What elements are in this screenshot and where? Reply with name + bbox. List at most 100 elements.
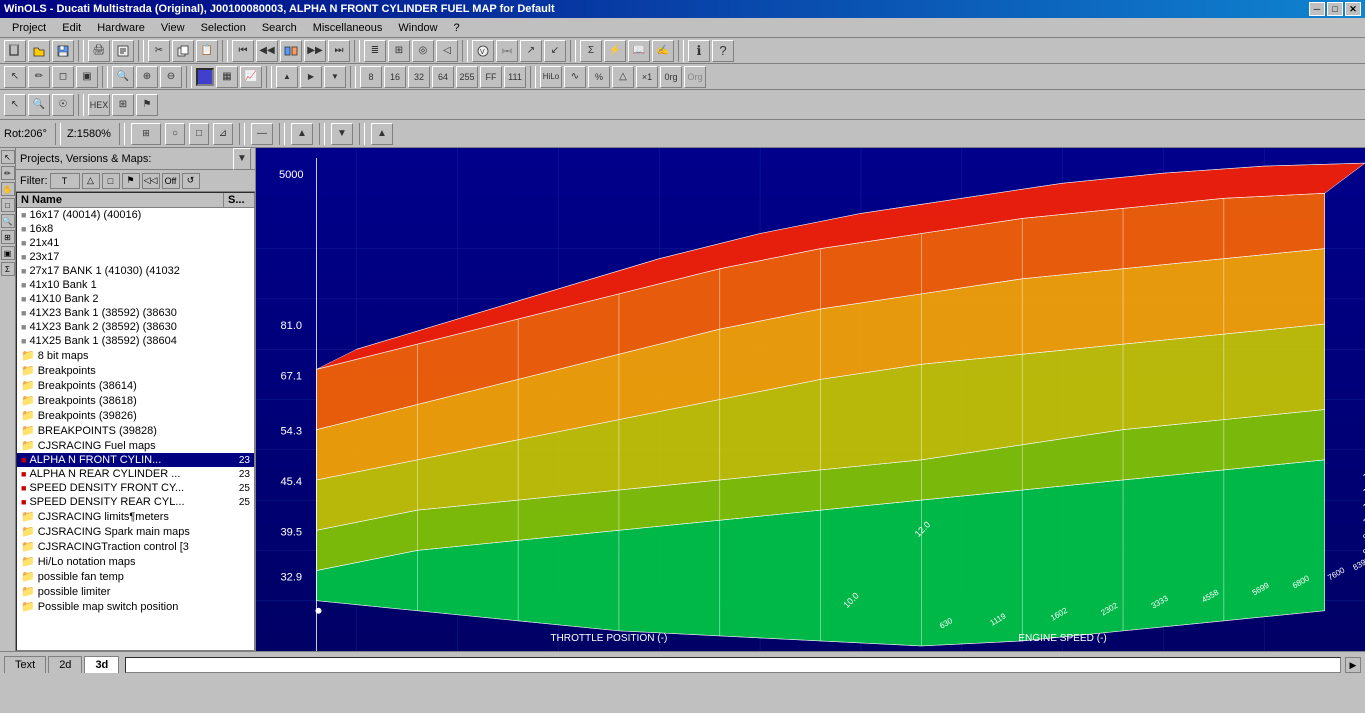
tree-item[interactable]: 📁possible limiter	[17, 584, 254, 599]
tree-item[interactable]: ■16x17 (40014) (40016)	[17, 208, 254, 222]
version-btn[interactable]: V	[472, 40, 494, 62]
flag-btn[interactable]: ⚑	[136, 94, 158, 116]
compare2-btn[interactable]	[496, 40, 518, 62]
zoom-out[interactable]: ⊖	[160, 66, 182, 88]
prev-btn[interactable]: ⏮	[232, 40, 254, 62]
graph-bars[interactable]: ▦	[216, 66, 238, 88]
3d-view[interactable]: 5000 81.0 67.1 54.3 45.4 39.5 32.9 0.0 2…	[256, 148, 1365, 651]
arrow-up[interactable]: ▲	[276, 66, 298, 88]
maximize-button[interactable]: □	[1327, 2, 1343, 16]
properties-btn[interactable]	[112, 40, 134, 62]
tree-list[interactable]: N Name S... ■16x17 (40014) (40016)■16x8■…	[16, 192, 255, 651]
zoom-btn[interactable]: 🔍	[112, 66, 134, 88]
tree-item[interactable]: ■SPEED DENSITY FRONT CY...25	[17, 481, 254, 495]
tree-item[interactable]: 📁Breakpoints (38614)	[17, 378, 254, 393]
filter-prev[interactable]: ◁◁	[142, 173, 160, 189]
next2-btn[interactable]: ⏭	[328, 40, 350, 62]
hex-view-btn[interactable]: HEX	[88, 94, 110, 116]
grid-btn[interactable]: ⊞	[131, 123, 161, 145]
tree-item[interactable]: ■SPEED DENSITY REAR CYL...25	[17, 495, 254, 509]
compare3-btn[interactable]: ⊞	[112, 94, 134, 116]
filter-flag[interactable]: ⚑	[122, 173, 140, 189]
tree-item[interactable]: ■41X10 Bank 2	[17, 292, 254, 306]
sym-tilde[interactable]: ∿	[564, 66, 586, 88]
cut-btn[interactable]: ✂	[148, 40, 170, 62]
lt-sigma[interactable]: Σ	[1, 262, 15, 276]
menu-window[interactable]: Window	[390, 20, 445, 36]
read-btn[interactable]: 📖	[628, 40, 650, 62]
copy-btn[interactable]	[172, 40, 194, 62]
tree-item[interactable]: 📁possible fan temp	[17, 569, 254, 584]
paste-btn[interactable]: 📋	[196, 40, 218, 62]
pct-btn[interactable]: %	[588, 66, 610, 88]
tree-item[interactable]: 📁Hi/Lo notation maps	[17, 554, 254, 569]
minimize-button[interactable]: ─	[1309, 2, 1325, 16]
num-8[interactable]: 8	[360, 66, 382, 88]
menu-edit[interactable]: Edit	[54, 20, 89, 36]
scroll-right[interactable]: ▶	[1345, 657, 1361, 673]
tree-item[interactable]: 📁BREAKPOINTS (39828)	[17, 423, 254, 438]
org-btn[interactable]: 0rg	[660, 66, 682, 88]
help-btn[interactable]: ?	[712, 40, 734, 62]
num-64[interactable]: 64	[432, 66, 454, 88]
sym-btn[interactable]: ⊿	[213, 123, 233, 145]
filter-off[interactable]: Off	[162, 173, 180, 189]
num-255[interactable]: 255	[456, 66, 478, 88]
tree-item[interactable]: ■41X25 Bank 1 (38592) (38604	[17, 334, 254, 348]
save-btn[interactable]	[52, 40, 74, 62]
circle-btn[interactable]: ○	[165, 123, 185, 145]
lt-arrow[interactable]: ↖	[1, 150, 15, 164]
color-block[interactable]	[196, 68, 214, 86]
tab-3d[interactable]: 3d	[84, 656, 119, 673]
next-btn[interactable]: ▶▶	[304, 40, 326, 62]
arrow-dn[interactable]: ▼	[324, 66, 346, 88]
lt-3d[interactable]: ▣	[1, 246, 15, 260]
x1-btn[interactable]: ×1	[636, 66, 658, 88]
tree-item[interactable]: 📁CJSRACING Fuel maps	[17, 438, 254, 453]
tab-2d[interactable]: 2d	[48, 656, 82, 673]
open-btn[interactable]	[28, 40, 50, 62]
tree-item[interactable]: ■ALPHA N FRONT CYLIN...23	[17, 453, 254, 467]
filter-refresh[interactable]: ↺	[182, 173, 200, 189]
tool-arrow[interactable]: ↖	[4, 94, 26, 116]
graph-line[interactable]: 📈	[240, 66, 262, 88]
tree-item[interactable]: ■16x8	[17, 222, 254, 236]
arrow-right[interactable]: ▶	[300, 66, 322, 88]
tree-item[interactable]: ■27x17 BANK 1 (41030) (41032	[17, 264, 254, 278]
print-btn[interactable]: 🖨	[88, 40, 110, 62]
tree-item[interactable]: ■41X23 Bank 1 (38592) (38630	[17, 306, 254, 320]
lt-grid[interactable]: ⊞	[1, 230, 15, 244]
flash-btn[interactable]: ⚡	[604, 40, 626, 62]
tree-item[interactable]: 📁Breakpoints	[17, 363, 254, 378]
tree-item[interactable]: 📁Possible map switch position	[17, 599, 254, 614]
lt-pencil[interactable]: ✏	[1, 166, 15, 180]
up-scroll[interactable]: ▲	[291, 123, 313, 145]
tree-item[interactable]: ■23x17	[17, 250, 254, 264]
up-scroll2[interactable]: ▲	[371, 123, 393, 145]
tree-item[interactable]: ■41x10 Bank 1	[17, 278, 254, 292]
export-btn[interactable]: ↗	[520, 40, 542, 62]
hilo-btn[interactable]: HiLo	[540, 66, 562, 88]
menu-hardware[interactable]: Hardware	[89, 20, 153, 36]
menu-project[interactable]: Project	[4, 20, 54, 36]
lt-hand[interactable]: ✋	[1, 182, 15, 196]
compare-btn[interactable]	[280, 40, 302, 62]
filter-text[interactable]: T	[50, 173, 80, 189]
tool-mag[interactable]: 🔍	[28, 94, 50, 116]
tree-item[interactable]: 📁Breakpoints (39826)	[17, 408, 254, 423]
tree-item[interactable]: ■41X23 Bank 2 (38592) (38630	[17, 320, 254, 334]
tab-text[interactable]: Text	[4, 656, 46, 673]
map-list-btn[interactable]: ≣	[364, 40, 386, 62]
menu-selection[interactable]: Selection	[193, 20, 254, 36]
tree-item[interactable]: 📁8 bit maps	[17, 348, 254, 363]
tree-item[interactable]: ■ALPHA N REAR CYLINDER ...23	[17, 467, 254, 481]
close-button[interactable]: ✕	[1345, 2, 1361, 16]
checksum-btn[interactable]: Σ	[580, 40, 602, 62]
hex-ff[interactable]: FF	[480, 66, 502, 88]
info-btn[interactable]: ℹ	[688, 40, 710, 62]
tree-item[interactable]: 📁CJSRACINGTraction control [3	[17, 539, 254, 554]
lt-mag[interactable]: 🔍	[1, 214, 15, 228]
menu-miscellaneous[interactable]: Miscellaneous	[305, 20, 391, 36]
map-find-btn[interactable]: ◎	[412, 40, 434, 62]
prev2-btn[interactable]: ◀◀	[256, 40, 278, 62]
